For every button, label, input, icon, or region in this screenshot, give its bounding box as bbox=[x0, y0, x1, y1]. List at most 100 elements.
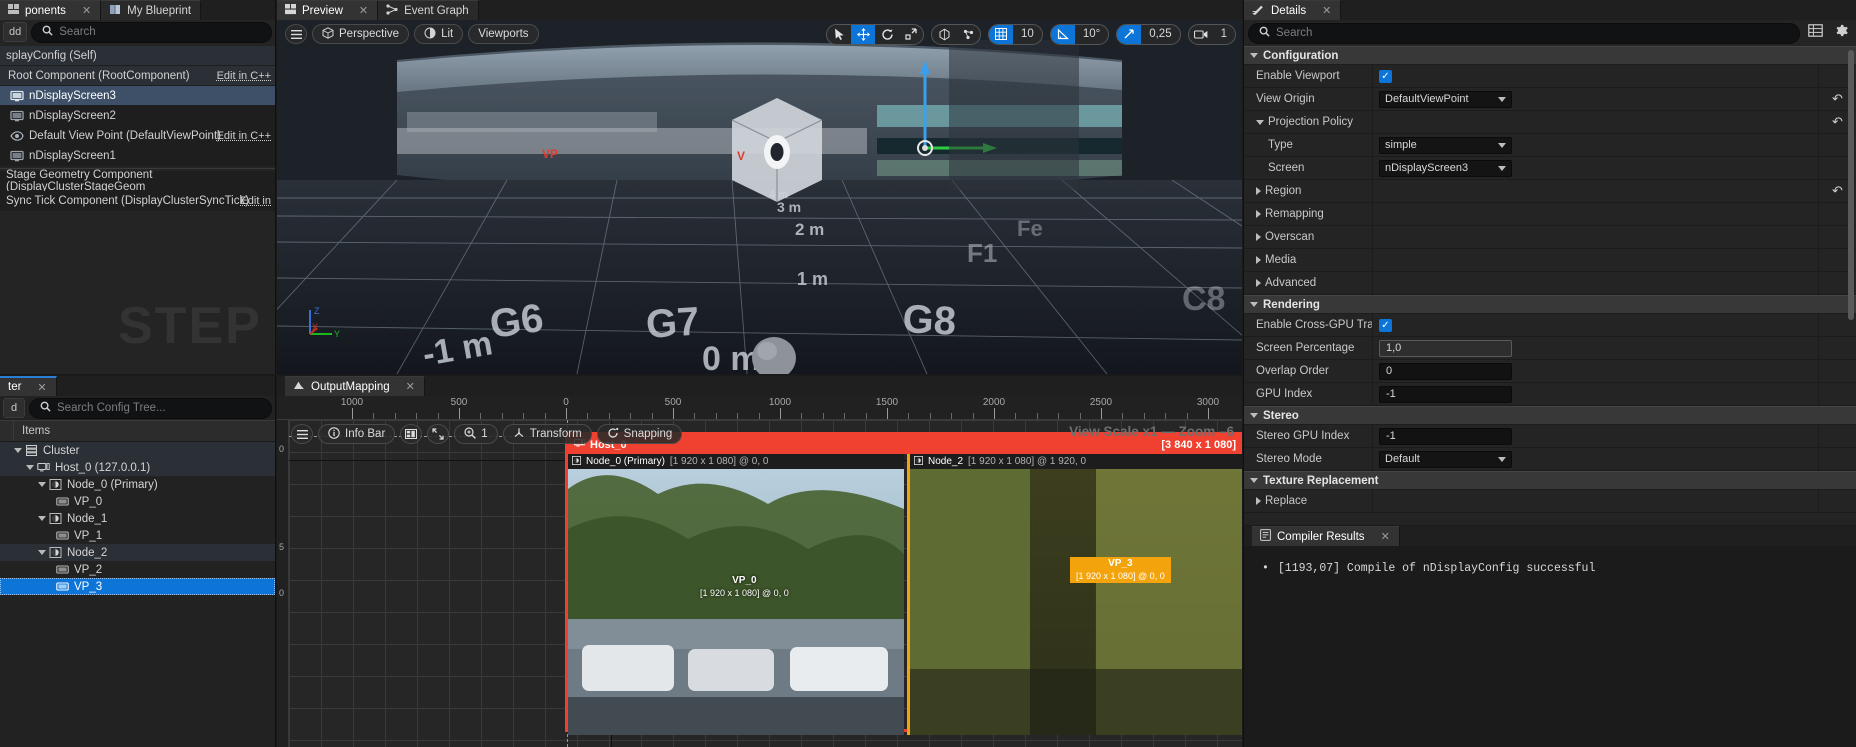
angle-snap-value[interactable]: 10° bbox=[1075, 25, 1108, 44]
tab-output-mapping[interactable]: OutputMapping ✕ bbox=[285, 376, 425, 396]
chevron-right-icon[interactable] bbox=[1256, 497, 1261, 505]
node-box-node-2[interactable]: Node_2 [1 920 x 1 080] @ 1 920, 0 VP_3 [… bbox=[907, 454, 1242, 735]
viewport-3d-scene[interactable]: G6 G7 G8 -1 m 0 m 1 m 2 m 3 m 4 m F1 Fe … bbox=[277, 20, 1242, 374]
table-view-icon[interactable] bbox=[1806, 23, 1825, 43]
chevron-down-icon[interactable] bbox=[26, 465, 34, 470]
scale-snap-value[interactable]: 0,25 bbox=[1141, 25, 1179, 44]
edit-link[interactable]: Edit in bbox=[240, 195, 271, 207]
tab-event-graph[interactable]: Event Graph bbox=[378, 0, 479, 20]
tab-cluster[interactable]: ter ✕ bbox=[0, 376, 57, 396]
chevron-down-icon[interactable] bbox=[1250, 478, 1258, 483]
chevron-down-icon[interactable] bbox=[38, 482, 46, 487]
info-bar-button[interactable]: Info Bar bbox=[318, 424, 396, 444]
details-category-rendering[interactable]: Rendering bbox=[1244, 295, 1856, 314]
tree-item-node-1[interactable]: Node_1 bbox=[0, 510, 275, 527]
layout-icon[interactable] bbox=[400, 424, 423, 444]
tab-components[interactable]: ponents ✕ bbox=[0, 0, 102, 20]
transform-button[interactable]: Transform bbox=[502, 424, 592, 444]
add-cluster-node-button[interactable]: d bbox=[3, 398, 25, 418]
chevron-right-icon[interactable] bbox=[1256, 279, 1261, 287]
tree-item-vp-2[interactable]: VP_2 bbox=[0, 561, 275, 578]
property-label[interactable]: Advanced bbox=[1244, 277, 1372, 289]
chevron-right-icon[interactable] bbox=[1256, 256, 1261, 264]
component-row-ndisplayscreen3[interactable]: nDisplayScreen3 bbox=[0, 86, 275, 106]
enable-viewport-checkbox[interactable]: ✓ bbox=[1379, 69, 1392, 83]
chevron-right-icon[interactable] bbox=[1256, 210, 1261, 218]
camera-icon[interactable] bbox=[1189, 25, 1213, 44]
details-search-input[interactable]: Search bbox=[1248, 22, 1800, 44]
chevron-right-icon[interactable] bbox=[1256, 187, 1261, 195]
snapping-button[interactable]: Snapping bbox=[596, 424, 683, 444]
host-box-host-0[interactable]: Host_0 [3 840 x 1 080] Node_0 (Primary) … bbox=[565, 432, 1242, 735]
tree-item-vp-0[interactable]: VP_0 bbox=[0, 493, 275, 510]
stereo-mode-dropdown[interactable]: Default bbox=[1379, 450, 1512, 468]
close-icon[interactable]: ✕ bbox=[1322, 4, 1331, 17]
edit-in-cpp-link[interactable]: Edit in C++ bbox=[217, 130, 271, 142]
zoom-level-control[interactable]: 1 bbox=[454, 424, 498, 444]
property-label[interactable]: Media bbox=[1244, 254, 1372, 266]
details-category-configuration[interactable]: Configuration bbox=[1244, 46, 1856, 65]
camera-speed-value[interactable]: 1 bbox=[1213, 25, 1235, 44]
tree-item-host-0[interactable]: Host_0 (127.0.0.1) bbox=[0, 459, 275, 476]
tree-item-vp-1[interactable]: VP_1 bbox=[0, 527, 275, 544]
close-icon[interactable]: ✕ bbox=[37, 381, 46, 394]
gear-icon[interactable] bbox=[1831, 23, 1852, 43]
scale-snap-icon[interactable] bbox=[1117, 24, 1142, 44]
property-label[interactable]: Remapping bbox=[1244, 208, 1372, 220]
lit-button[interactable]: Lit bbox=[414, 24, 464, 44]
perspective-button[interactable]: Perspective bbox=[312, 24, 410, 44]
edit-in-cpp-link[interactable]: Edit in C++ bbox=[217, 70, 271, 82]
chevron-down-icon[interactable] bbox=[1256, 119, 1264, 125]
close-icon[interactable]: ✕ bbox=[1381, 530, 1390, 543]
screen-dropdown[interactable]: nDisplayScreen3 bbox=[1379, 159, 1512, 177]
tab-my-blueprint[interactable]: My Blueprint bbox=[101, 0, 202, 20]
tree-item-vp-3[interactable]: VP_3 bbox=[0, 578, 275, 595]
component-row-ndisplayscreen1[interactable]: nDisplayScreen1 bbox=[0, 146, 275, 166]
viewports-button[interactable]: Viewports bbox=[468, 24, 539, 44]
chevron-down-icon[interactable] bbox=[1250, 302, 1258, 307]
projection-type-dropdown[interactable]: simple bbox=[1379, 136, 1512, 154]
grid-snap-icon[interactable] bbox=[989, 24, 1014, 44]
surface-snap-toggle[interactable] bbox=[956, 25, 980, 44]
angle-snap-icon[interactable] bbox=[1050, 24, 1075, 44]
scale-tool-button[interactable] bbox=[899, 25, 923, 44]
overlap-order-input[interactable]: 0 bbox=[1379, 362, 1512, 380]
world-space-toggle[interactable] bbox=[932, 25, 956, 44]
close-icon[interactable]: ✕ bbox=[406, 380, 415, 393]
tab-details[interactable]: Details ✕ bbox=[1244, 0, 1342, 20]
add-component-button[interactable]: dd bbox=[3, 22, 28, 42]
select-tool-button[interactable] bbox=[827, 25, 851, 44]
details-category-stereo[interactable]: Stereo bbox=[1244, 406, 1856, 425]
component-row-root[interactable]: Root Component (RootComponent) Edit in C… bbox=[0, 66, 275, 86]
chevron-right-icon[interactable] bbox=[1256, 233, 1261, 241]
tree-item-node-2[interactable]: Node_2 bbox=[0, 544, 275, 561]
components-search-input[interactable]: Search bbox=[31, 21, 272, 43]
property-label[interactable]: Replace bbox=[1244, 495, 1372, 507]
component-row-ndisplayscreen2[interactable]: nDisplayScreen2 bbox=[0, 106, 275, 126]
view-origin-dropdown[interactable]: DefaultViewPoint bbox=[1379, 90, 1512, 108]
rotate-tool-button[interactable] bbox=[875, 25, 899, 44]
details-scrollbar[interactable] bbox=[1848, 50, 1854, 320]
stereo-gpu-index-input[interactable]: -1 bbox=[1379, 427, 1512, 445]
chevron-down-icon[interactable] bbox=[1250, 53, 1258, 58]
close-icon[interactable]: ✕ bbox=[359, 4, 368, 17]
property-label[interactable]: Region bbox=[1244, 185, 1372, 197]
cross-gpu-checkbox[interactable]: ✓ bbox=[1379, 318, 1392, 332]
tree-item-cluster[interactable]: Cluster bbox=[0, 442, 275, 459]
tab-compiler-results[interactable]: Compiler Results ✕ bbox=[1252, 526, 1400, 546]
menu-icon[interactable] bbox=[291, 424, 313, 444]
tree-item-node-0[interactable]: Node_0 (Primary) bbox=[0, 476, 275, 493]
compiler-message-row[interactable]: • [1193,07] Compile of nDisplayConfig su… bbox=[1262, 562, 1846, 575]
gpu-index-input[interactable]: -1 bbox=[1379, 385, 1512, 403]
details-category-texture-replacement[interactable]: Texture Replacement bbox=[1244, 471, 1856, 490]
output-mapping-canvas[interactable]: Host_0 [3 840 x 1 080] Node_0 (Primary) … bbox=[289, 420, 1242, 747]
component-row-defaultviewpoint[interactable]: Default View Point (DefaultViewPoint) Ed… bbox=[0, 126, 275, 146]
tab-preview[interactable]: Preview ✕ bbox=[277, 0, 379, 20]
node-box-node-0[interactable]: Node_0 (Primary) [1 920 x 1 080] @ 0, 0 bbox=[568, 454, 904, 735]
chevron-down-icon[interactable] bbox=[1250, 413, 1258, 418]
close-icon[interactable]: ✕ bbox=[82, 4, 91, 17]
chevron-down-icon[interactable] bbox=[14, 448, 22, 453]
component-row-stage-geometry[interactable]: Stage Geometry Component (DisplayCluster… bbox=[0, 169, 275, 193]
grid-snap-value[interactable]: 10 bbox=[1013, 25, 1042, 44]
property-label[interactable]: Projection Policy bbox=[1244, 116, 1372, 128]
